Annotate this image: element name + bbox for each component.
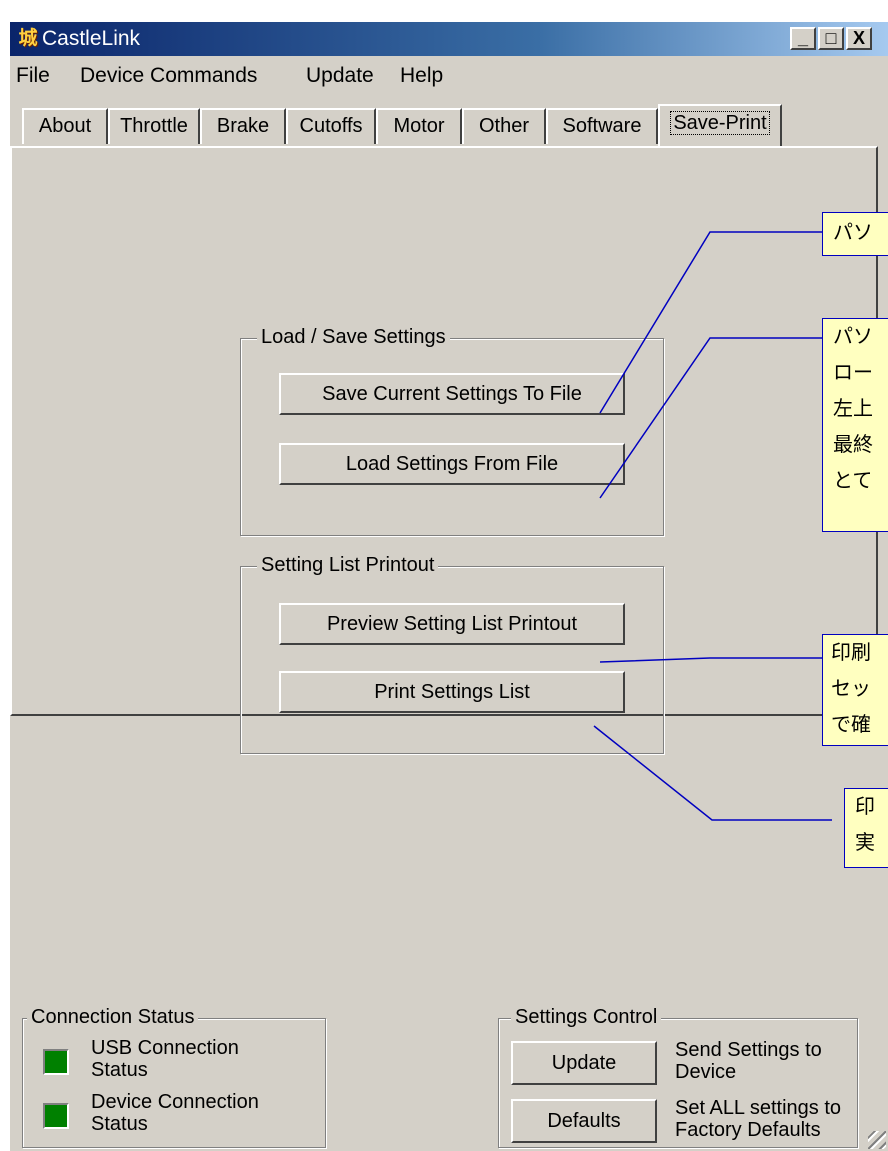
tab-cutoffs[interactable]: Cutoffs <box>286 108 376 144</box>
defaults-button[interactable]: Defaults <box>511 1099 657 1143</box>
update-description: Send Settings to Device <box>675 1039 822 1083</box>
tab-label: About <box>38 115 92 137</box>
callout-text: とて <box>833 470 873 492</box>
resize-grip[interactable] <box>868 1131 886 1149</box>
tab-software[interactable]: Software <box>546 108 658 144</box>
tab-other[interactable]: Other <box>462 108 546 144</box>
menu-bar: File Device Commands Update Help <box>10 56 888 92</box>
callout-text: ロー <box>833 362 873 384</box>
maximize-button[interactable]: □ <box>818 27 844 50</box>
usb-status-line: USB Connection <box>91 1037 239 1059</box>
callout-text: 左上 <box>833 398 873 420</box>
window-title: CastleLink <box>42 27 141 50</box>
callout-text: 印刷 <box>831 642 871 664</box>
defaults-description: Set ALL settings to Factory Defaults <box>675 1097 841 1141</box>
tab-label: Other <box>478 115 530 137</box>
menu-file[interactable]: File <box>16 64 50 88</box>
defaults-desc-line: Set ALL settings to <box>675 1097 842 1119</box>
close-button[interactable]: X <box>846 27 872 50</box>
update-desc-line: Send Settings to <box>675 1039 822 1061</box>
callout-text: セッ <box>831 678 871 700</box>
usb-status-line: Status <box>91 1059 148 1081</box>
tab-about[interactable]: About <box>22 108 108 144</box>
connection-status-label: Connection Status <box>27 1005 199 1029</box>
load-save-group-label: Load / Save Settings <box>257 325 450 349</box>
menu-help[interactable]: Help <box>400 64 443 88</box>
tab-label: Cutoffs <box>299 115 363 137</box>
tab-label: Throttle <box>120 115 188 137</box>
print-settings-button[interactable]: Print Settings List <box>279 671 625 713</box>
device-status-line: Status <box>91 1113 148 1135</box>
callout-print: 印 実 <box>844 788 888 868</box>
tab-label: Brake <box>216 115 270 137</box>
connection-status-group: Connection Status USB Connection Status … <box>22 1005 326 1148</box>
device-status-text: Device Connection Status <box>91 1091 259 1135</box>
menu-device-commands[interactable]: Device Commands <box>80 64 257 88</box>
tab-label: Motor <box>393 115 445 137</box>
tab-throttle[interactable]: Throttle <box>108 108 200 144</box>
callout-text: で確 <box>831 714 871 736</box>
callout-text: パソ <box>833 222 873 244</box>
tab-label: Save-Print <box>670 111 770 135</box>
save-settings-button[interactable]: Save Current Settings To File <box>279 373 625 415</box>
menu-update[interactable]: Update <box>306 64 374 88</box>
printout-group-label: Setting List Printout <box>257 553 439 577</box>
tab-save-print[interactable]: Save-Print <box>658 104 782 146</box>
update-button[interactable]: Update <box>511 1041 657 1085</box>
title-bar[interactable]: 城 CastleLink _ □ X <box>10 22 888 56</box>
callout-text: 最終 <box>833 434 873 456</box>
usb-status-text: USB Connection Status <box>91 1037 239 1081</box>
preview-printout-button[interactable]: Preview Setting List Printout <box>279 603 625 645</box>
castlelink-window: 城 CastleLink _ □ X File Device Commands … <box>8 20 888 1151</box>
load-settings-button[interactable]: Load Settings From File <box>279 443 625 485</box>
minimize-button[interactable]: _ <box>790 27 816 50</box>
callout-text: 印 <box>855 796 875 818</box>
settings-control-group: Settings Control Update Send Settings to… <box>498 1005 858 1148</box>
tab-motor[interactable]: Motor <box>376 108 462 144</box>
device-status-line: Device Connection <box>91 1091 259 1113</box>
save-print-panel: Load / Save Settings Save Current Settin… <box>10 146 878 754</box>
tab-brake[interactable]: Brake <box>200 108 286 144</box>
callout-preview: 印刷 セッ で確 <box>822 634 888 746</box>
update-desc-line: Device <box>675 1061 737 1083</box>
load-save-group: Load / Save Settings Save Current Settin… <box>240 325 664 536</box>
callout-load: パソ ロー 左上 最終 とて <box>822 318 888 532</box>
tab-label: Software <box>562 115 642 137</box>
usb-status-led <box>43 1049 69 1075</box>
printout-group: Setting List Printout Preview Setting Li… <box>240 553 664 754</box>
settings-control-label: Settings Control <box>511 1005 662 1029</box>
callout-save: パソ <box>822 212 888 256</box>
callout-text: 実 <box>855 832 875 854</box>
defaults-desc-line: Factory Defaults <box>675 1119 821 1141</box>
callout-text: パソ <box>833 326 873 348</box>
castle-app-icon[interactable]: 城 <box>16 28 40 50</box>
device-status-led <box>43 1103 69 1129</box>
